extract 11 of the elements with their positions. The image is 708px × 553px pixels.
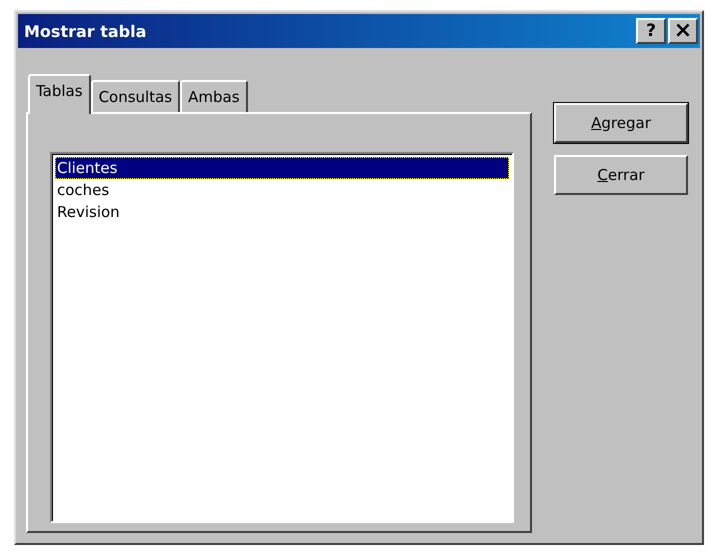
tab[interactable]: Consultas xyxy=(90,80,180,112)
list-item[interactable]: Clientes xyxy=(55,157,509,179)
close-button[interactable]: × xyxy=(668,18,698,44)
add-button[interactable]: Agregar xyxy=(554,103,688,143)
close-dialog-button[interactable]: Cerrar xyxy=(554,155,688,195)
tab[interactable]: Tablas xyxy=(28,74,91,114)
tab[interactable]: Ambas xyxy=(180,80,248,112)
list-item[interactable]: coches xyxy=(55,179,509,201)
help-button[interactable]: ? xyxy=(636,18,666,44)
window-title: Mostrar tabla xyxy=(24,22,146,40)
list-item[interactable]: Revision xyxy=(55,201,509,223)
